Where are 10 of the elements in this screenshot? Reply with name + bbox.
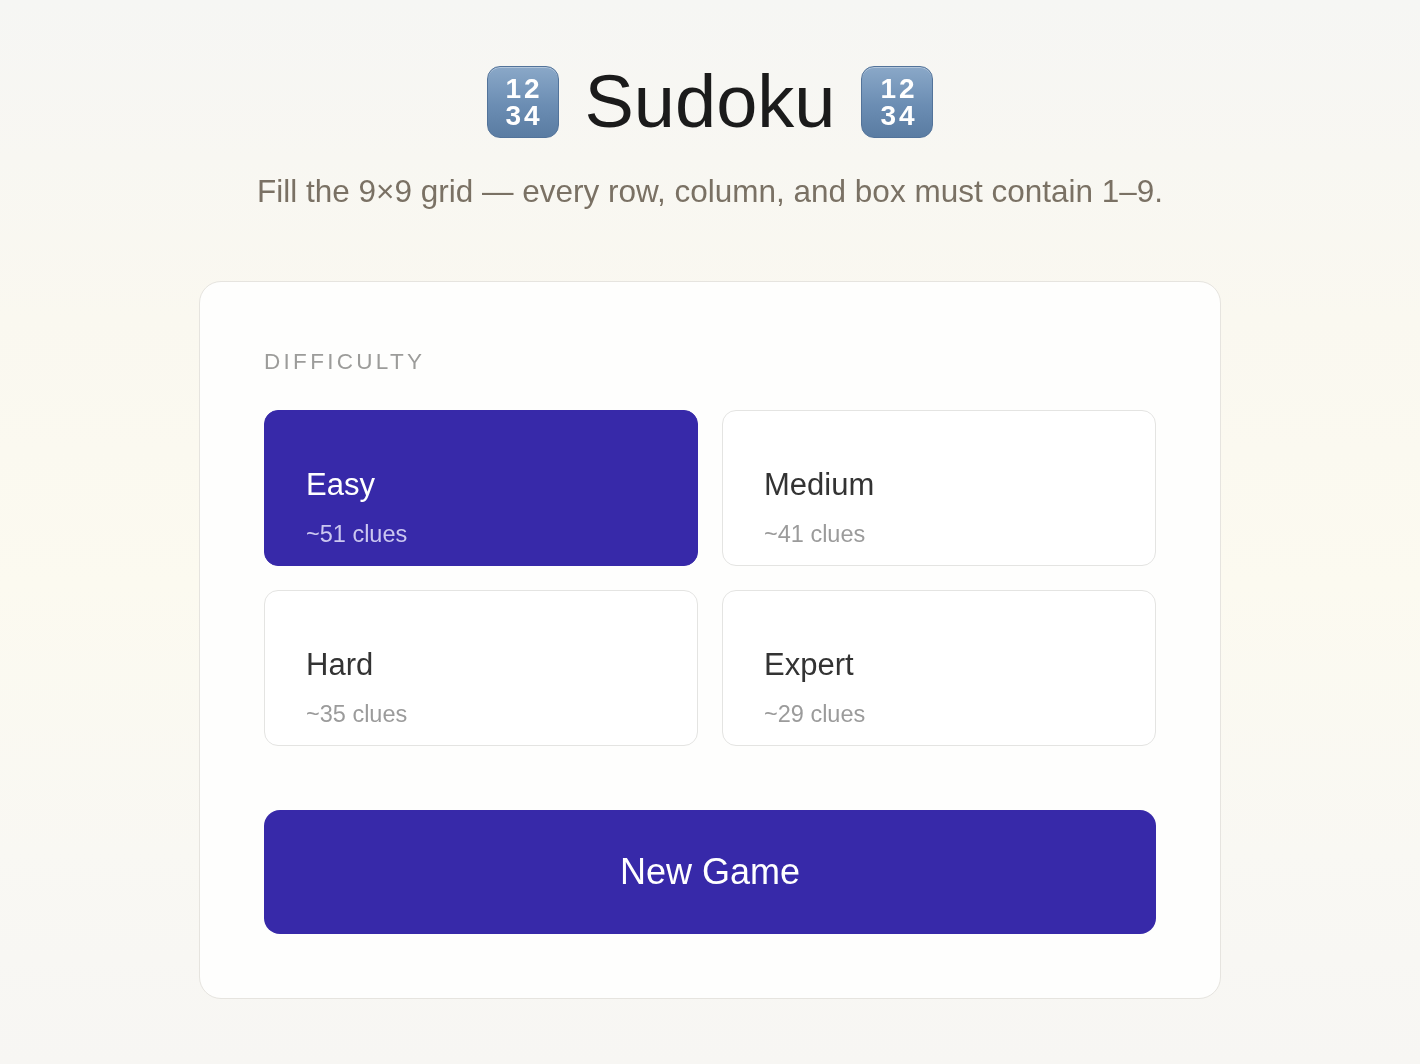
page-title: Sudoku — [584, 62, 836, 142]
difficulty-option[interactable]: Expert ~29 clues — [722, 590, 1156, 746]
section-label: DIFFICULTY — [264, 349, 426, 375]
new-game-button[interactable]: New Game — [264, 810, 1156, 934]
difficulty-option[interactable]: Easy ~51 clues — [264, 410, 698, 566]
number-badge: 12 34 — [861, 66, 934, 138]
difficulty-option[interactable]: Medium ~41 clues — [722, 410, 1156, 566]
difficulty-option[interactable]: Hard ~35 clues — [264, 590, 698, 746]
subtitle: Fill the 9×9 grid — every row, column, and box must contain 1–9. — [256, 173, 1164, 209]
number-badge: 12 34 — [486, 66, 559, 138]
